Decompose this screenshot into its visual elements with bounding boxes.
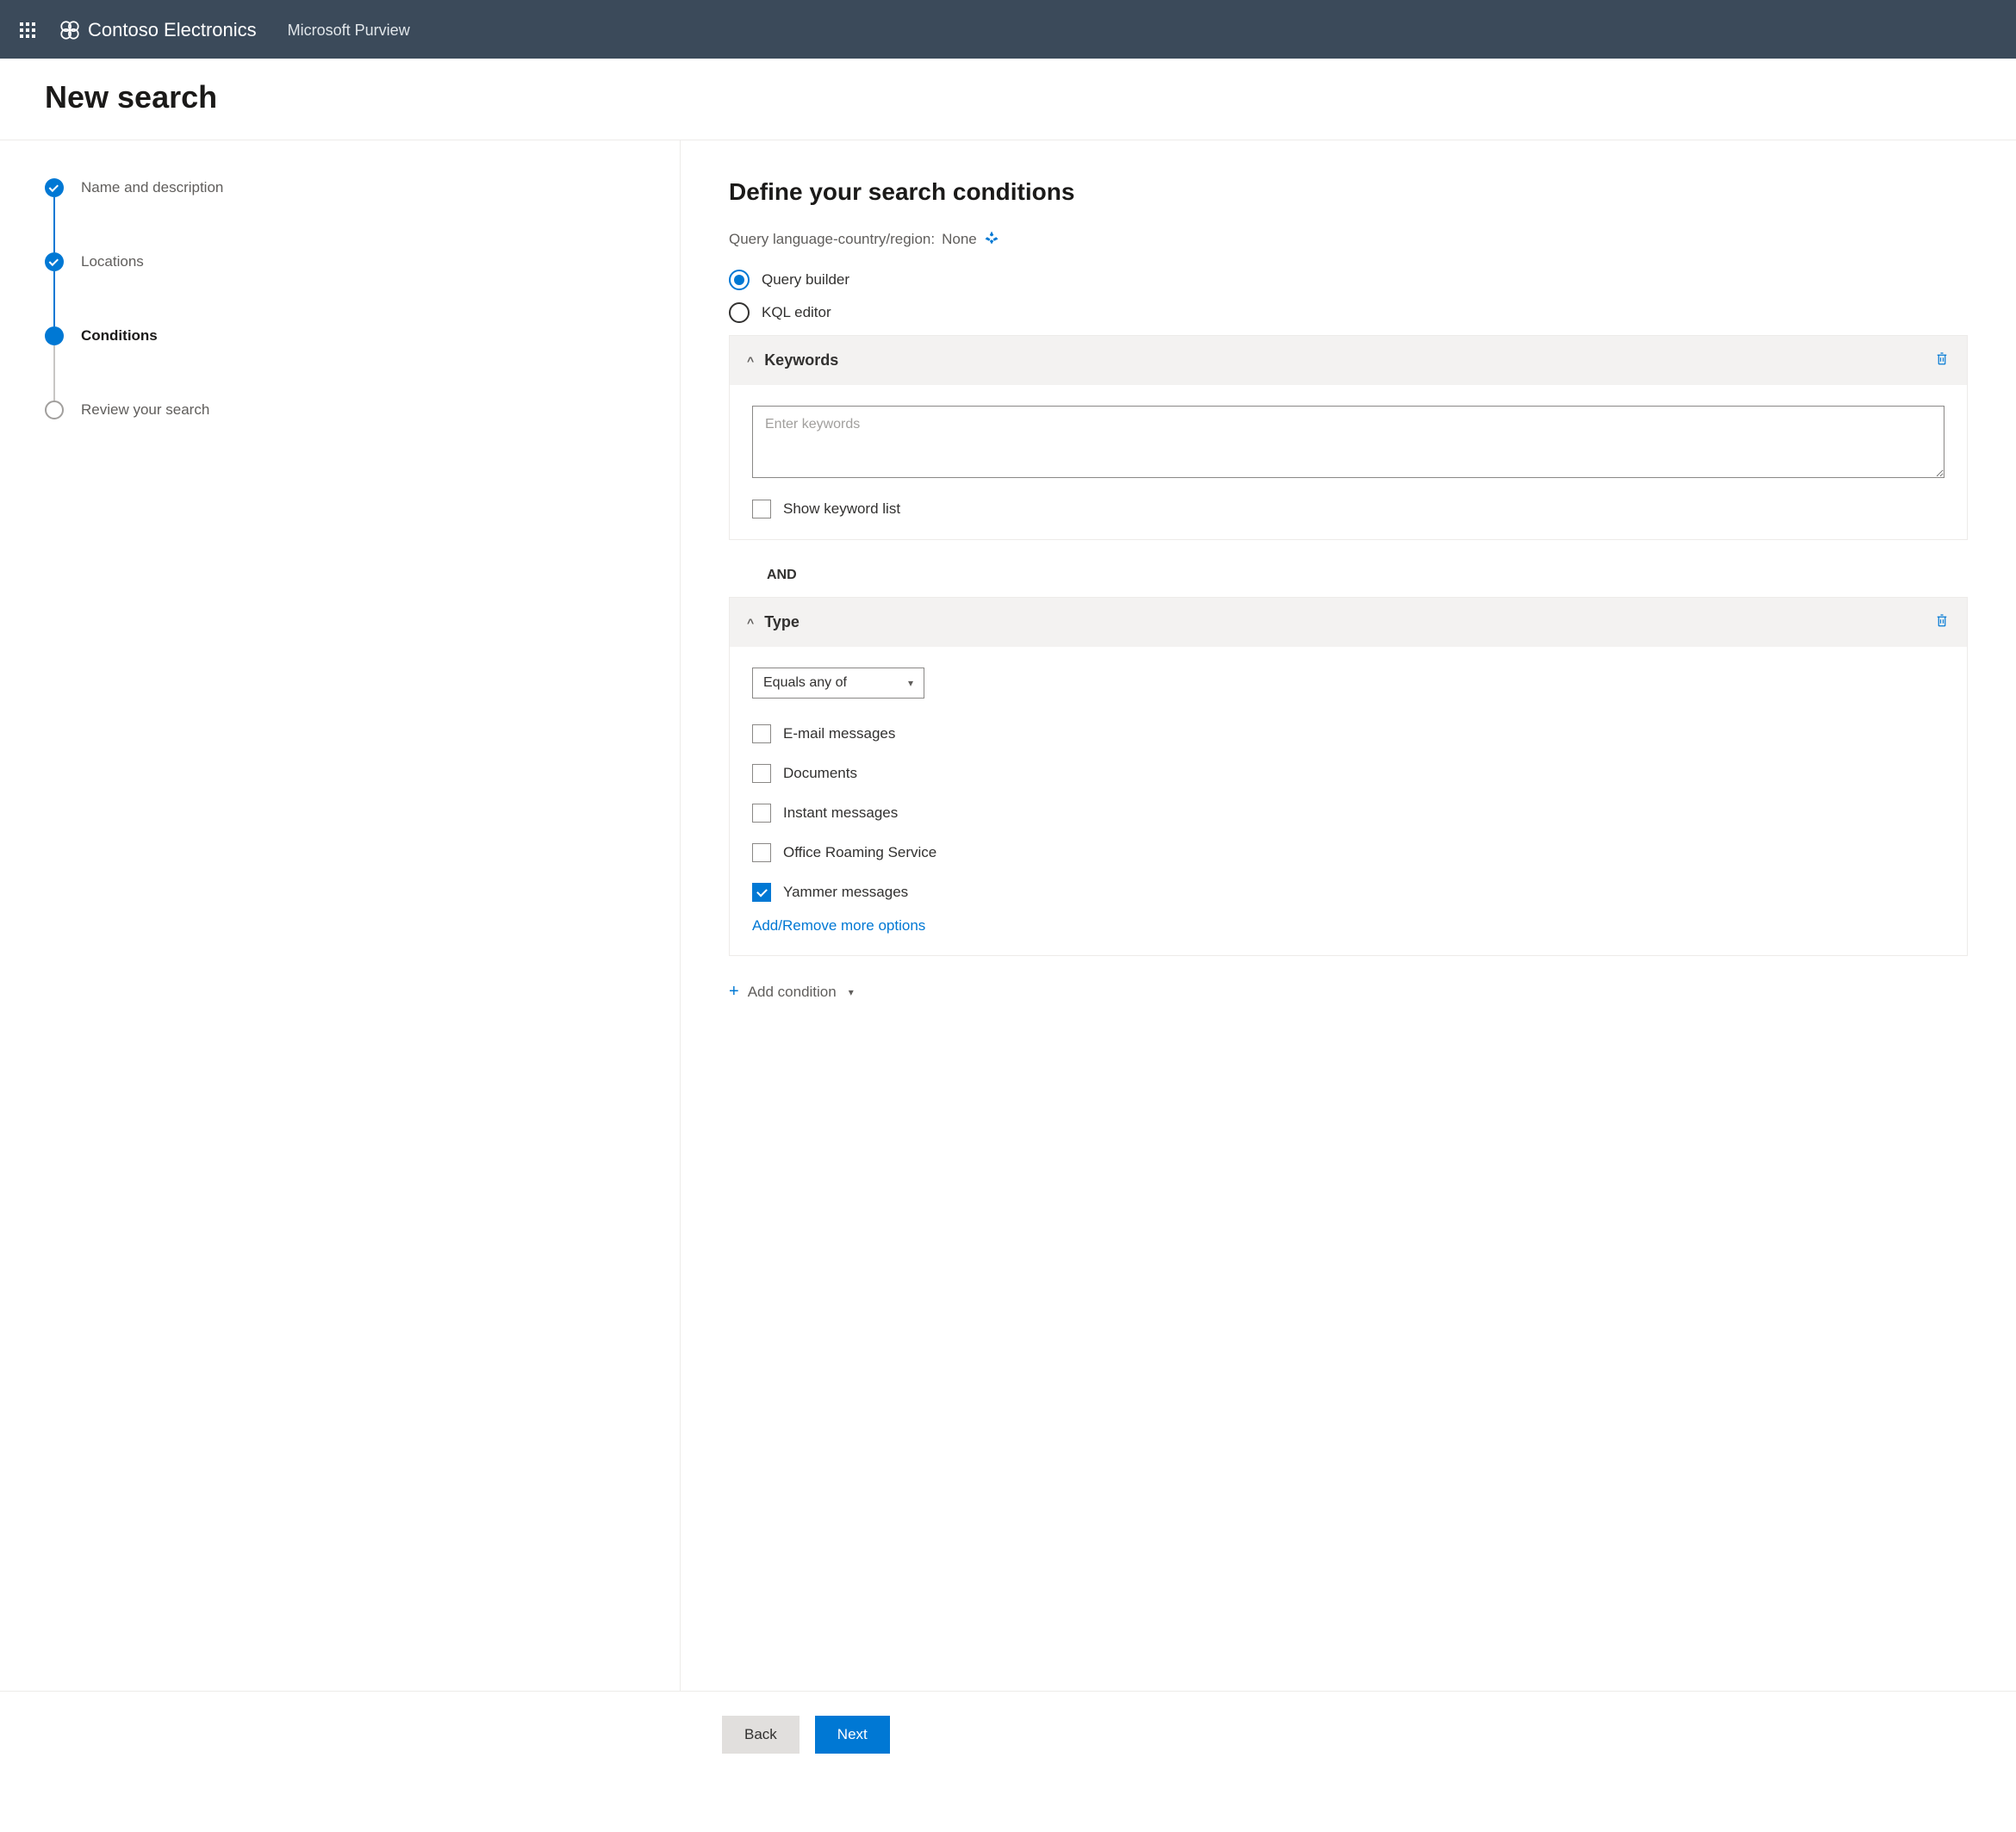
- add-remove-options-link[interactable]: Add/Remove more options: [752, 917, 925, 935]
- type-option-documents[interactable]: Documents: [752, 764, 1944, 783]
- keywords-input[interactable]: [752, 406, 1944, 478]
- and-operator-label: AND: [729, 557, 1968, 595]
- checkbox-label: Show keyword list: [783, 500, 900, 518]
- org-brand[interactable]: Contoso Electronics: [59, 19, 257, 41]
- keywords-card: ^ Keywords Show keyword list: [729, 335, 1968, 540]
- radio-query-builder[interactable]: Query builder: [729, 270, 1968, 290]
- page-title-bar: New search: [0, 59, 2016, 140]
- step-locations[interactable]: Locations: [45, 252, 680, 326]
- radio-label: KQL editor: [762, 304, 831, 321]
- wizard-stepper: Name and description Locations Condition…: [0, 140, 681, 1691]
- radio-unchecked-icon: [729, 302, 750, 323]
- option-label: E-mail messages: [783, 725, 895, 742]
- suite-header: Contoso Electronics Microsoft Purview: [0, 0, 2016, 59]
- option-label: Office Roaming Service: [783, 844, 936, 861]
- type-option-instant-messages[interactable]: Instant messages: [752, 804, 1944, 823]
- query-language-value: None: [942, 231, 977, 248]
- step-label: Name and description: [81, 179, 223, 196]
- card-title: Keywords: [764, 351, 838, 370]
- chevron-down-icon: ▾: [908, 677, 913, 689]
- delete-icon[interactable]: [1934, 612, 1950, 633]
- checkbox-unchecked-icon: [752, 843, 771, 862]
- content-heading: Define your search conditions: [729, 178, 1968, 206]
- checkbox-unchecked-icon: [752, 724, 771, 743]
- chevron-up-icon: ^: [747, 616, 754, 630]
- type-operator-select[interactable]: Equals any of ▾: [752, 668, 924, 699]
- step-label: Review your search: [81, 401, 209, 419]
- step-upcoming-icon: [45, 401, 64, 419]
- type-option-yammer[interactable]: Yammer messages: [752, 883, 1944, 902]
- step-label: Conditions: [81, 327, 158, 345]
- radio-checked-icon: [729, 270, 750, 290]
- query-language-label: Query language-country/region:: [729, 231, 935, 248]
- radio-kql-editor[interactable]: KQL editor: [729, 302, 1968, 323]
- keywords-card-header[interactable]: ^ Keywords: [730, 336, 1967, 385]
- edit-language-icon[interactable]: [984, 230, 999, 249]
- show-keyword-list-checkbox[interactable]: Show keyword list: [752, 500, 1944, 519]
- radio-label: Query builder: [762, 271, 849, 289]
- back-button[interactable]: Back: [722, 1716, 800, 1754]
- checkbox-unchecked-icon: [752, 804, 771, 823]
- wizard-footer: Back Next: [0, 1691, 2016, 1778]
- product-name[interactable]: Microsoft Purview: [288, 22, 410, 40]
- next-button[interactable]: Next: [815, 1716, 890, 1754]
- query-language-row: Query language-country/region: None: [729, 230, 1968, 249]
- chevron-down-icon: ▾: [849, 986, 854, 998]
- add-condition-label: Add condition: [748, 984, 837, 1001]
- option-label: Yammer messages: [783, 884, 908, 901]
- chevron-up-icon: ^: [747, 354, 754, 368]
- step-conditions[interactable]: Conditions: [45, 326, 680, 401]
- delete-icon[interactable]: [1934, 350, 1950, 371]
- step-current-icon: [45, 326, 64, 345]
- org-logo-icon: [59, 19, 81, 41]
- step-review[interactable]: Review your search: [45, 401, 680, 419]
- type-option-email[interactable]: E-mail messages: [752, 724, 1944, 743]
- app-launcher-icon[interactable]: [14, 16, 41, 44]
- option-label: Instant messages: [783, 804, 898, 822]
- type-option-office-roaming[interactable]: Office Roaming Service: [752, 843, 1944, 862]
- page-title: New search: [45, 79, 1971, 115]
- step-complete-icon: [45, 252, 64, 271]
- wizard-content: Define your search conditions Query lang…: [681, 140, 2016, 1691]
- plus-icon: +: [729, 982, 739, 1002]
- option-label: Documents: [783, 765, 857, 782]
- select-value: Equals any of: [763, 675, 847, 691]
- step-label: Locations: [81, 253, 144, 270]
- step-name-description[interactable]: Name and description: [45, 178, 680, 252]
- type-card-header[interactable]: ^ Type: [730, 598, 1967, 647]
- step-complete-icon: [45, 178, 64, 197]
- type-card: ^ Type Equals any of ▾ E-mail messages: [729, 597, 1968, 956]
- org-name: Contoso Electronics: [88, 19, 257, 41]
- checkbox-checked-icon: [752, 883, 771, 902]
- checkbox-unchecked-icon: [752, 764, 771, 783]
- card-title: Type: [764, 613, 800, 631]
- add-condition-button[interactable]: + Add condition ▾: [729, 982, 1968, 1002]
- checkbox-unchecked-icon: [752, 500, 771, 519]
